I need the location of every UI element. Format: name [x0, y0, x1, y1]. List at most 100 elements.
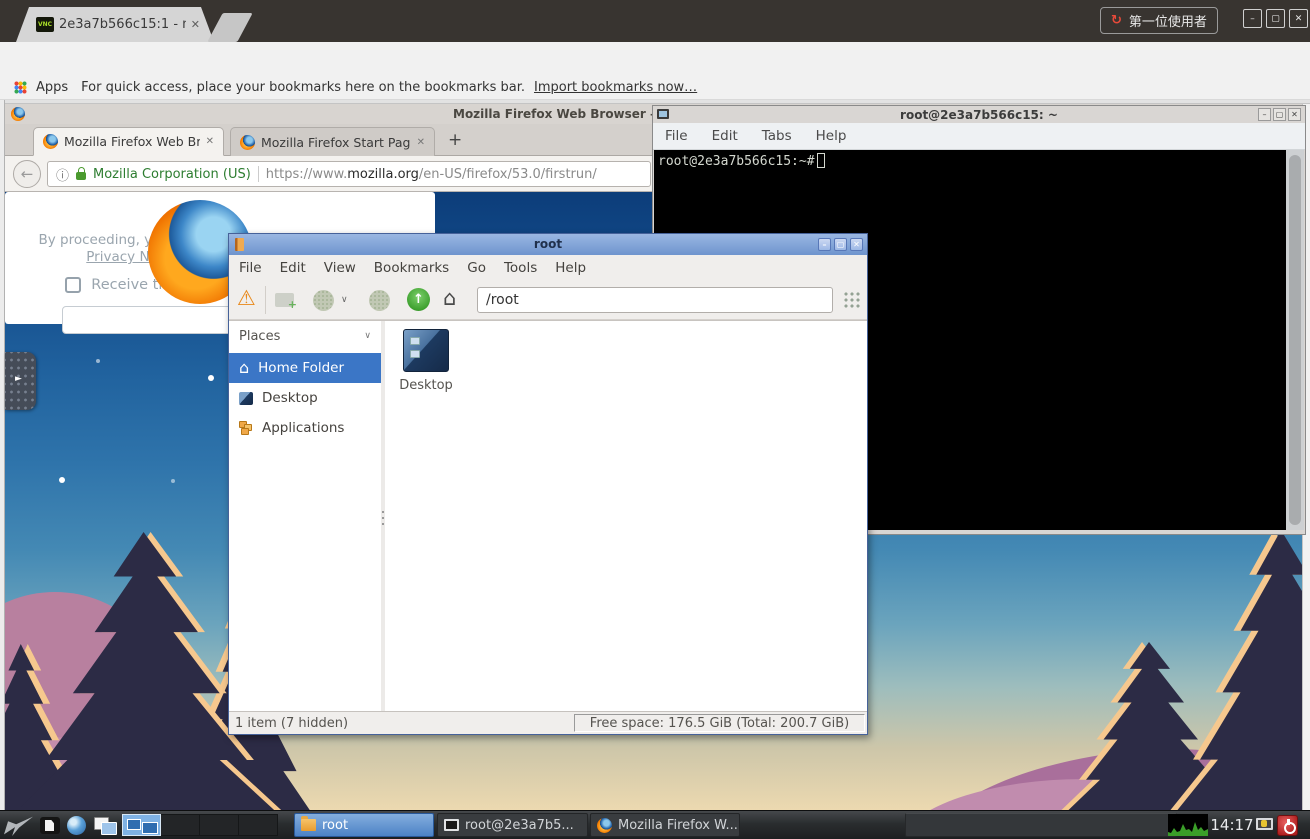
path-field[interactable]: /root [477, 287, 833, 313]
window-close-button[interactable]: ✕ [1289, 9, 1308, 28]
url-path: /en-US/firefox/53.0/firstrun/ [419, 167, 597, 182]
window-maximize-button[interactable]: ▢ [1266, 9, 1285, 28]
power-icon[interactable] [1277, 815, 1298, 836]
clock[interactable]: 14:17 [1208, 811, 1256, 839]
workspace-3[interactable] [200, 814, 239, 836]
menu-tabs[interactable]: Tabs [762, 128, 792, 144]
sidebar-item-label: Desktop [262, 390, 318, 406]
firefox-window-title: Mozilla Firefox Web Browser — [453, 107, 662, 121]
scrollbar-thumb[interactable] [1289, 155, 1301, 525]
identity-label[interactable]: Mozilla Corporation (US) [93, 167, 251, 182]
folder-icon [301, 819, 316, 831]
fm-statusbar: 1 item (7 hidden) Free space: 176.5 GiB … [229, 711, 867, 734]
page-info-icon[interactable]: ⓘ [56, 165, 69, 184]
profile-button[interactable]: ↻ 第一位使用者 [1100, 7, 1218, 34]
iconify-windows-icon[interactable] [94, 817, 116, 834]
taskbar: root root@2e3a7b5... Mozilla Firefox W..… [0, 810, 1310, 839]
fm-minimize-button[interactable]: – [818, 238, 831, 251]
chrome-titlebar[interactable]: VNC 2e3a7b566c15:1 - nc ✕ ↻ 第一位使用者 – ▢ ✕ [0, 0, 1310, 42]
novnc-favicon: VNC [36, 17, 54, 32]
desktop-icon [239, 392, 253, 405]
tab-close-icon[interactable]: ✕ [206, 136, 214, 147]
lock-icon[interactable] [76, 172, 86, 180]
novnc-control-handle[interactable]: ► [5, 352, 36, 410]
menu-bookmarks[interactable]: Bookmarks [374, 260, 449, 276]
sidebar-splitter[interactable] [381, 321, 385, 711]
forward-icon-disabled[interactable] [369, 290, 390, 311]
side-pane-toggle-icon[interactable] [843, 291, 861, 309]
home-icon[interactable]: ⌂ [443, 286, 456, 310]
menu-view[interactable]: View [324, 260, 356, 276]
sync-error-icon: ↻ [1111, 13, 1122, 28]
terminal-scrollbar[interactable] [1286, 150, 1304, 530]
apps-label[interactable]: Apps [36, 80, 68, 95]
file-manager-launcher-icon[interactable] [40, 817, 60, 834]
task-label: root@2e3a7b5... [465, 818, 574, 833]
desktop-folder-icon [403, 329, 449, 372]
terminal-close-button[interactable]: ✕ [1288, 108, 1301, 121]
menu-edit[interactable]: Edit [712, 128, 738, 144]
places-label: Places [239, 329, 280, 344]
newsletter-checkbox[interactable] [65, 277, 81, 293]
applications-icon [239, 421, 253, 435]
menu-file[interactable]: File [665, 128, 688, 144]
window-minimize-button[interactable]: – [1243, 9, 1262, 28]
new-tab-icon[interactable] [275, 293, 294, 307]
import-bookmarks-link[interactable]: Import bookmarks now… [534, 80, 697, 95]
fm-toolbar: ⚠ ∨ ↑ ⌂ /root [229, 280, 867, 320]
history-chevron-icon[interactable]: ∨ [341, 295, 348, 305]
menu-edit[interactable]: Edit [280, 260, 306, 276]
browser-launcher-icon[interactable] [67, 816, 86, 835]
lock-screen-icon[interactable] [1256, 818, 1273, 830]
fm-menubar: File Edit View Bookmarks Go Tools Help [229, 255, 867, 280]
task-label: Mozilla Firefox W... [618, 818, 738, 833]
menu-tools[interactable]: Tools [504, 260, 537, 276]
fm-titlebar[interactable]: root – ▢ ✕ [229, 234, 867, 255]
taskbar-item-terminal[interactable]: root@2e3a7b5... [437, 813, 588, 837]
browser-tab[interactable]: VNC 2e3a7b566c15:1 - nc ✕ [16, 7, 214, 42]
star-dot [208, 375, 214, 381]
tab-close-icon[interactable]: ✕ [417, 137, 425, 148]
taskbar-tray-area [905, 813, 1177, 837]
workspace-pager[interactable] [122, 814, 278, 836]
fm-maximize-button[interactable]: ▢ [834, 238, 847, 251]
firefox-favicon [240, 135, 255, 150]
screen: VNC 2e3a7b566c15:1 - nc ✕ ↻ 第一位使用者 – ▢ ✕… [0, 0, 1310, 839]
menu-launcher-icon[interactable] [4, 815, 33, 836]
new-tab-button[interactable] [207, 13, 252, 42]
task-label: root [322, 818, 348, 833]
fm-close-button[interactable]: ✕ [850, 238, 863, 251]
menu-go[interactable]: Go [467, 260, 486, 276]
firefox-tab-active[interactable]: Mozilla Firefox Web Bro ✕ [33, 127, 224, 156]
taskbar-item-root[interactable]: root [294, 813, 434, 837]
firefox-back-button[interactable]: ← [13, 160, 41, 188]
firefox-tab-inactive[interactable]: Mozilla Firefox Start Pag ✕ [230, 127, 435, 156]
apps-grid-icon[interactable] [14, 81, 27, 94]
up-directory-icon[interactable]: ↑ [407, 288, 430, 311]
taskbar-item-firefox[interactable]: Mozilla Firefox W... [590, 813, 740, 837]
terminal-titlebar[interactable]: root@2e3a7b566c15: ~ – ▢ ✕ [653, 106, 1305, 123]
terminal-minimize-button[interactable]: – [1258, 108, 1271, 121]
item-count: 1 item (7 hidden) [235, 716, 348, 731]
tab-title: 2e3a7b566c15:1 - nc [59, 17, 186, 32]
terminal-maximize-button[interactable]: ▢ [1273, 108, 1286, 121]
tab-close-icon[interactable]: ✕ [191, 18, 200, 31]
menu-help[interactable]: Help [555, 260, 586, 276]
workspace-4[interactable] [239, 814, 278, 836]
menu-file[interactable]: File [239, 260, 262, 276]
workspace-2[interactable] [161, 814, 200, 836]
back-icon-disabled[interactable] [313, 290, 334, 311]
home-icon: ⌂ [239, 360, 249, 376]
file-item-desktop[interactable]: Desktop [389, 329, 463, 393]
sidebar-item-home[interactable]: ⌂ Home Folder [229, 353, 381, 383]
places-header[interactable]: Places ∨ [229, 321, 381, 351]
menu-help[interactable]: Help [816, 128, 847, 144]
url-domain: mozilla.org [347, 167, 419, 182]
workspace-1[interactable] [122, 814, 161, 836]
new-tab-icon[interactable]: + [448, 130, 462, 150]
firefox-urlbar[interactable]: ⓘ Mozilla Corporation (US) https://www.m… [47, 161, 651, 187]
chevron-down-icon[interactable]: ∨ [364, 331, 371, 341]
sidebar-item-applications[interactable]: Applications [229, 413, 381, 443]
sidebar-item-desktop[interactable]: Desktop [229, 383, 381, 413]
back-arrow-icon: ← [21, 165, 34, 183]
